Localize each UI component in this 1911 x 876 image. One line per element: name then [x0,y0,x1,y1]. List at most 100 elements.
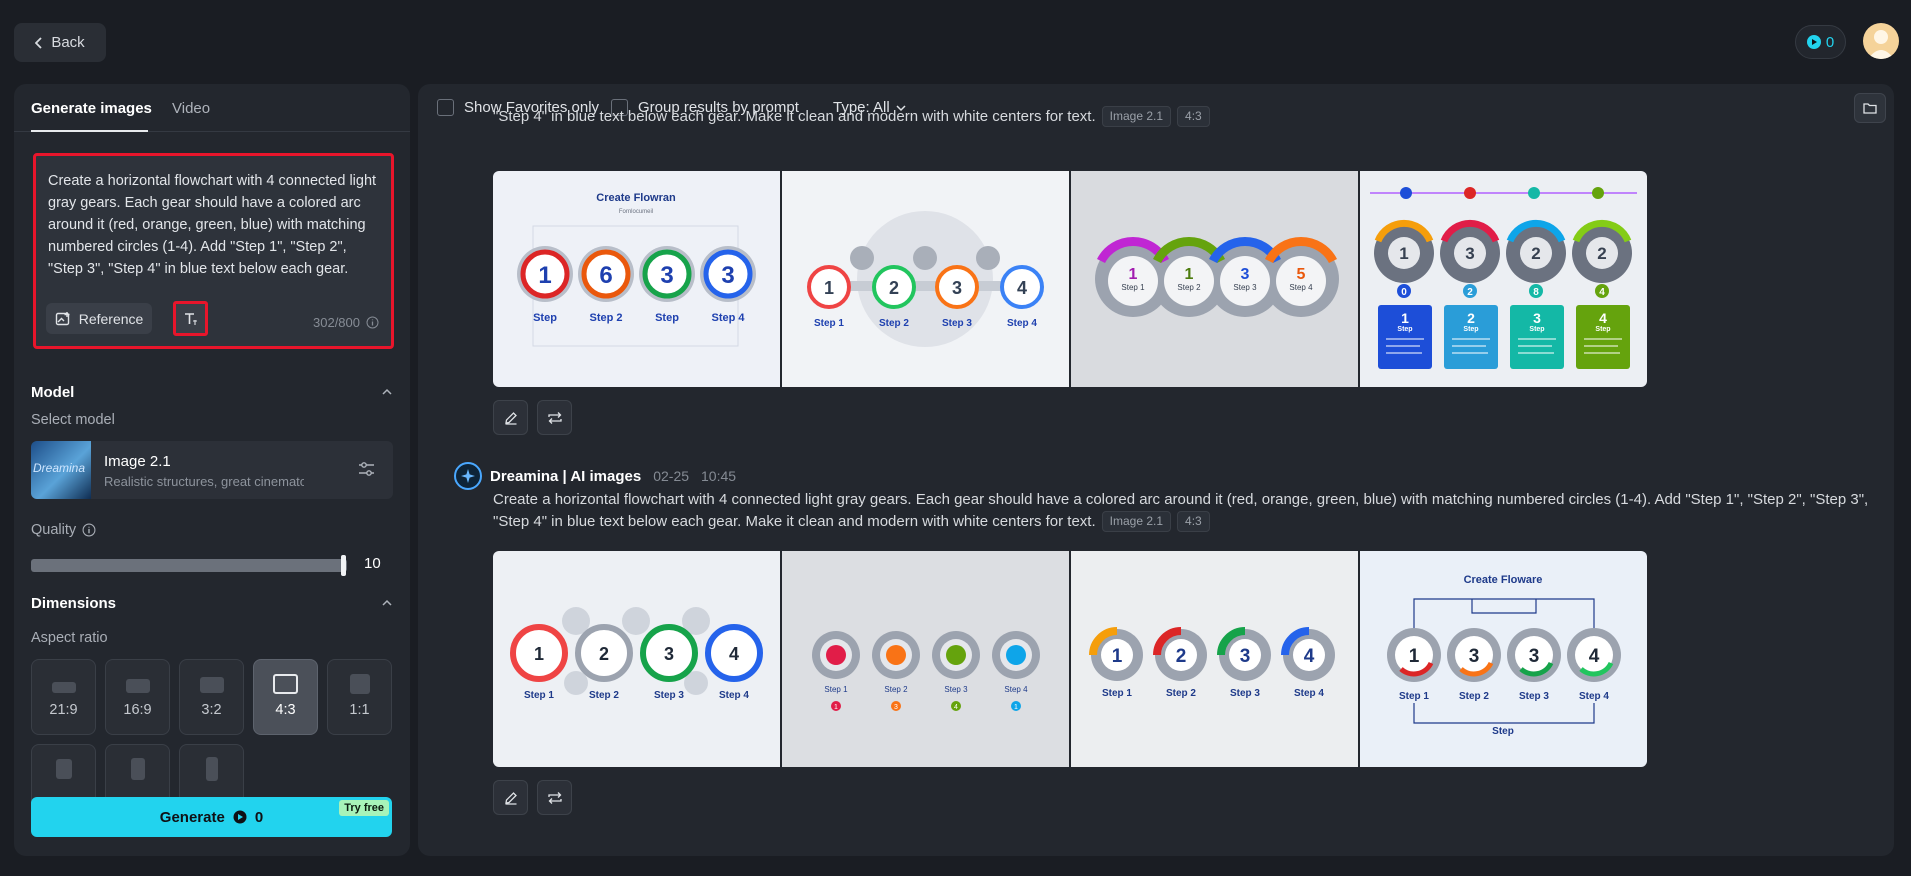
gear-number: 1 [824,278,834,298]
quality-value: 10 [364,555,381,572]
step-label: Step 4 [1007,318,1037,329]
step-label: Step 3 [944,685,968,694]
gear-number: 3 [952,278,962,298]
result-prompt: "Step 4" in blue text below each gear. M… [493,106,1883,128]
result-image[interactable]: Create Flowarе 1 3 3 4 Step 1 Step 2 Ste… [1360,551,1647,767]
prompt-box[interactable]: Create a horizontal flowchart with 4 con… [33,153,394,349]
card-label: Step [1529,326,1544,333]
sliders-icon[interactable] [358,461,375,477]
edit-button[interactable] [493,400,528,435]
reference-button[interactable]: Reference [46,303,152,334]
aspect-3-2[interactable]: 3:2 [179,659,244,735]
gear-number: 1 [1129,266,1138,283]
gear-number: 3 [660,262,673,289]
tab-generate-images[interactable]: Generate images [31,100,152,117]
ratio-chip[interactable]: 4:3 [1177,511,1210,532]
ratio-label: 21:9 [49,702,78,718]
credit-icon [1806,35,1821,49]
author-name: Dreamina | AI images [490,467,642,485]
gear-number: 4 [1589,646,1600,667]
favorites-checkbox[interactable] [437,99,454,116]
dimensions-section-title: Dimensions [31,595,117,612]
generate-cost: 0 [254,808,264,826]
regenerate-button[interactable] [537,400,572,435]
ratio-label: 4:3 [275,702,296,718]
aspect-21-9[interactable]: 21:9 [31,659,96,735]
regenerate-button[interactable] [537,780,572,815]
step-label: Step [655,312,679,324]
gear-number: 2 [1531,244,1540,263]
gear-number: 2 [1176,646,1187,667]
gear-number: 1 [1185,266,1194,283]
step-label: Step 2 [879,318,909,329]
result-image[interactable]: 1 2 3 4 Step 1 Step 2 Step 3 Step 4 [1071,551,1358,767]
try-free-badge: Try free [339,800,389,816]
quality-slider[interactable] [31,559,347,572]
ratio-chip[interactable]: 4:3 [1177,106,1210,127]
step-label: Step 4 [1294,688,1324,699]
quality-label-row: Quality [31,522,96,538]
result-time: 10:45 [701,468,737,484]
avatar[interactable] [1863,23,1899,59]
prompt-text: "Step 4" in blue text below each gear. M… [493,108,1096,125]
generate-button[interactable]: Generate 0 Try free [31,797,392,837]
result-image[interactable]: Step 1 Step 2 Step 3 Step 4 1 3 4 1 [782,551,1069,767]
pencil-icon [504,411,517,425]
aspect-1-1[interactable]: 1:1 [327,659,392,735]
step-label: Step 1 [824,685,848,694]
gear-number: 2 [889,278,899,298]
info-icon[interactable] [82,523,96,537]
step-label: Step 2 [1177,283,1201,292]
result-image[interactable]: 1 2 3 4 Step 1 Step 2 Step 3 Step 4 [493,551,780,767]
back-label: Back [51,34,85,51]
image-grid: Create Flowran Fornlocumeil 1 6 3 3 Step… [493,171,1647,387]
chevron-up-icon[interactable] [382,598,392,608]
result-image[interactable]: Create Flowran Fornlocumeil 1 6 3 3 Step… [493,171,780,387]
dot-number: 3 [894,704,898,711]
badge-number: 4 [1599,287,1605,298]
model-selector[interactable]: Dreamina Image 2.1 Realistic structures,… [31,441,393,499]
chevron-up-icon[interactable] [382,387,392,397]
step-label: Step 4 [719,690,749,701]
aspect-4-3[interactable]: 4:3 [253,659,318,735]
dreamina-logo-icon [454,462,482,490]
edit-button[interactable] [493,780,528,815]
dot-number: 1 [834,704,838,711]
model-chip[interactable]: Image 2.1 [1101,106,1172,127]
gear-number: 2 [1597,244,1606,263]
gear-number: 1 [1409,646,1420,667]
step-label: Step 1 [1399,691,1429,702]
info-icon[interactable] [366,316,379,329]
card-number: 2 [1467,310,1475,326]
model-chip[interactable]: Image 2.1 [1101,511,1172,532]
back-button[interactable]: Back [14,23,106,62]
badge-number: 2 [1467,287,1473,298]
result-image[interactable]: 1 2 3 4 Step 1 Step 2 Step 3 Step 4 [782,171,1069,387]
quality-slider-handle[interactable] [341,555,346,576]
gear-number: 1 [1112,646,1123,667]
result-prompt: Create a horizontal flowchart with 4 con… [493,489,1883,533]
card-number: 3 [1533,310,1541,326]
tab-video[interactable]: Video [172,100,210,117]
repeat-icon [547,791,562,804]
text-effect-button[interactable] [173,301,208,336]
card-label: Step [1595,326,1610,333]
footer-label: Step [1492,726,1514,737]
step-label: Step 3 [1233,283,1257,292]
gear-number: 3 [1465,244,1474,263]
image-reference-icon [55,311,70,325]
model-description: Realistic structures, great cinematog... [104,474,304,489]
repeat-icon [547,411,562,424]
step-label: Step 3 [942,318,972,329]
result-image[interactable]: 1 3 2 2 0 2 8 4 1 2 3 4 Step Step Step S… [1360,171,1647,387]
gear-number: 3 [1469,646,1480,667]
aspect-16-9[interactable]: 16:9 [105,659,170,735]
char-counter: 302/800 [313,315,379,330]
result-image[interactable]: 1 1 3 5 Step 1 Step 2 Step 3 Step 4 [1071,171,1358,387]
model-section-title: Model [31,384,75,401]
step-label: Step 4 [711,312,745,324]
badge-number: 8 [1533,287,1539,298]
step-label: Step 1 [814,318,844,329]
prompt-input[interactable]: Create a horizontal flowchart with 4 con… [48,170,378,278]
credits-badge[interactable]: 0 [1795,25,1846,59]
